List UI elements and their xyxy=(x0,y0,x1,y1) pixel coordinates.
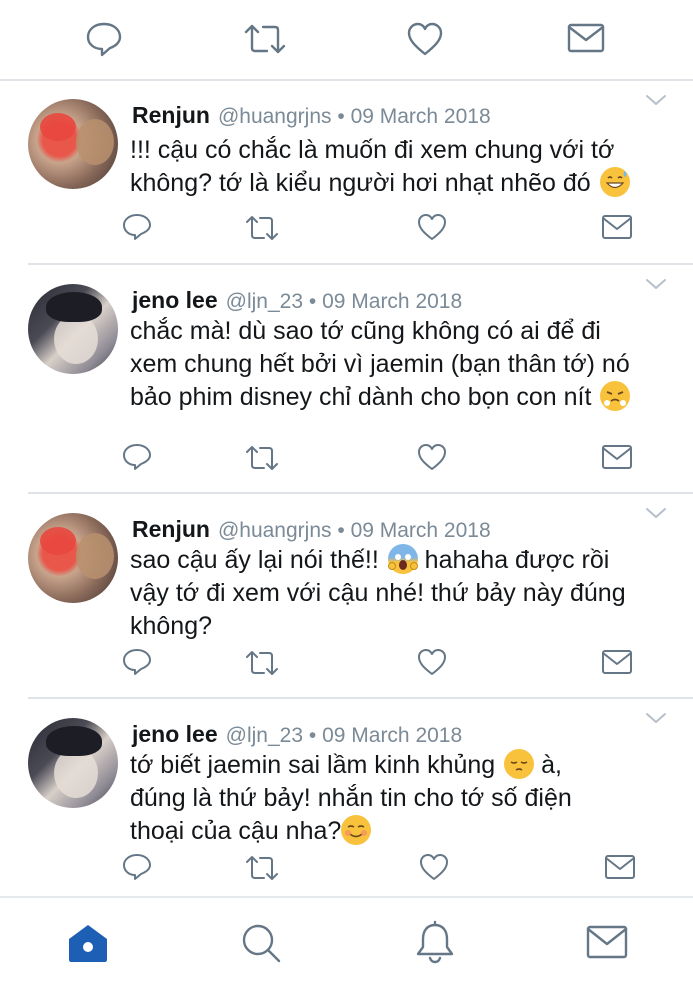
pensive-face-emoji xyxy=(504,749,535,779)
handle[interactable]: @huangrjns xyxy=(218,105,332,128)
like-icon[interactable] xyxy=(405,20,445,58)
message-icon[interactable] xyxy=(600,213,634,241)
reply-icon[interactable] xyxy=(121,647,153,677)
timestamp[interactable]: 09 March 2018 xyxy=(351,105,491,128)
display-name[interactable]: jeno lee xyxy=(132,721,218,747)
chevron-down-icon[interactable] xyxy=(644,505,668,521)
message-icon[interactable] xyxy=(603,853,637,881)
display-name[interactable]: Renjun xyxy=(132,516,210,542)
retweet-icon[interactable] xyxy=(244,214,280,242)
timestamp[interactable]: 09 March 2018 xyxy=(351,519,491,542)
retweet-icon[interactable] xyxy=(244,854,280,882)
display-name[interactable]: Renjun xyxy=(132,102,210,128)
tweet-header: Renjun @huangrjns • 09 March 2018 xyxy=(132,516,491,542)
chevron-down-icon[interactable] xyxy=(644,710,668,726)
divider xyxy=(28,492,693,494)
tweet-text: tớ biết jaemin sai lầm kinh khủng à, đún… xyxy=(130,749,572,845)
avatar[interactable] xyxy=(28,513,118,603)
bottom-nav-divider xyxy=(0,896,693,898)
tweet-header: Renjun @huangrjns • 09 March 2018 xyxy=(132,102,491,128)
retweet-icon[interactable] xyxy=(243,22,287,56)
reply-icon[interactable] xyxy=(121,212,153,242)
like-icon[interactable] xyxy=(416,442,448,472)
display-name[interactable]: jeno lee xyxy=(132,287,218,313)
retweet-icon[interactable] xyxy=(244,649,280,677)
like-icon[interactable] xyxy=(418,852,450,882)
avatar[interactable] xyxy=(28,99,118,189)
message-icon[interactable] xyxy=(600,648,634,676)
divider xyxy=(0,79,693,81)
tweet-header: jeno lee @ljn_23 • 09 March 2018 xyxy=(132,721,463,747)
message-icon[interactable] xyxy=(600,443,634,471)
grinning-sweat-emoji xyxy=(599,167,630,197)
notifications-icon[interactable] xyxy=(414,920,456,964)
timestamp[interactable]: 09 March 2018 xyxy=(322,290,462,313)
home-icon[interactable] xyxy=(66,922,110,964)
divider xyxy=(28,697,693,699)
reply-icon[interactable] xyxy=(121,852,153,882)
retweet-icon[interactable] xyxy=(244,444,280,472)
handle[interactable]: @ljn_23 xyxy=(226,290,303,313)
avatar[interactable] xyxy=(28,718,118,808)
chevron-down-icon[interactable] xyxy=(644,92,668,108)
handle[interactable]: @ljn_23 xyxy=(226,724,303,747)
reply-icon[interactable] xyxy=(121,442,153,472)
smiling-blush-emoji xyxy=(341,815,372,845)
tweet-text: !!! cậu có chắc là muốn đi xem chung với… xyxy=(130,134,690,200)
reply-icon[interactable] xyxy=(84,20,124,58)
chevron-down-icon[interactable] xyxy=(644,276,668,292)
steam-face-emoji xyxy=(600,381,631,411)
message-icon[interactable] xyxy=(566,22,606,54)
tweet-header: jeno lee @ljn_23 • 09 March 2018 xyxy=(132,287,463,313)
timestamp[interactable]: 09 March 2018 xyxy=(322,724,462,747)
like-icon[interactable] xyxy=(416,212,448,242)
divider xyxy=(28,263,693,265)
search-icon[interactable] xyxy=(240,922,282,964)
avatar[interactable] xyxy=(28,284,118,374)
messages-icon[interactable] xyxy=(585,924,629,960)
tweet-text: chắc mà! dù sao tớ cũng không có ai để đ… xyxy=(130,317,631,411)
screaming-face-emoji xyxy=(387,544,418,574)
like-icon[interactable] xyxy=(416,647,448,677)
handle[interactable]: @huangrjns xyxy=(218,519,332,542)
tweet-text: sao cậu ấy lại nói thế!! hahaha được rồi… xyxy=(130,544,626,640)
